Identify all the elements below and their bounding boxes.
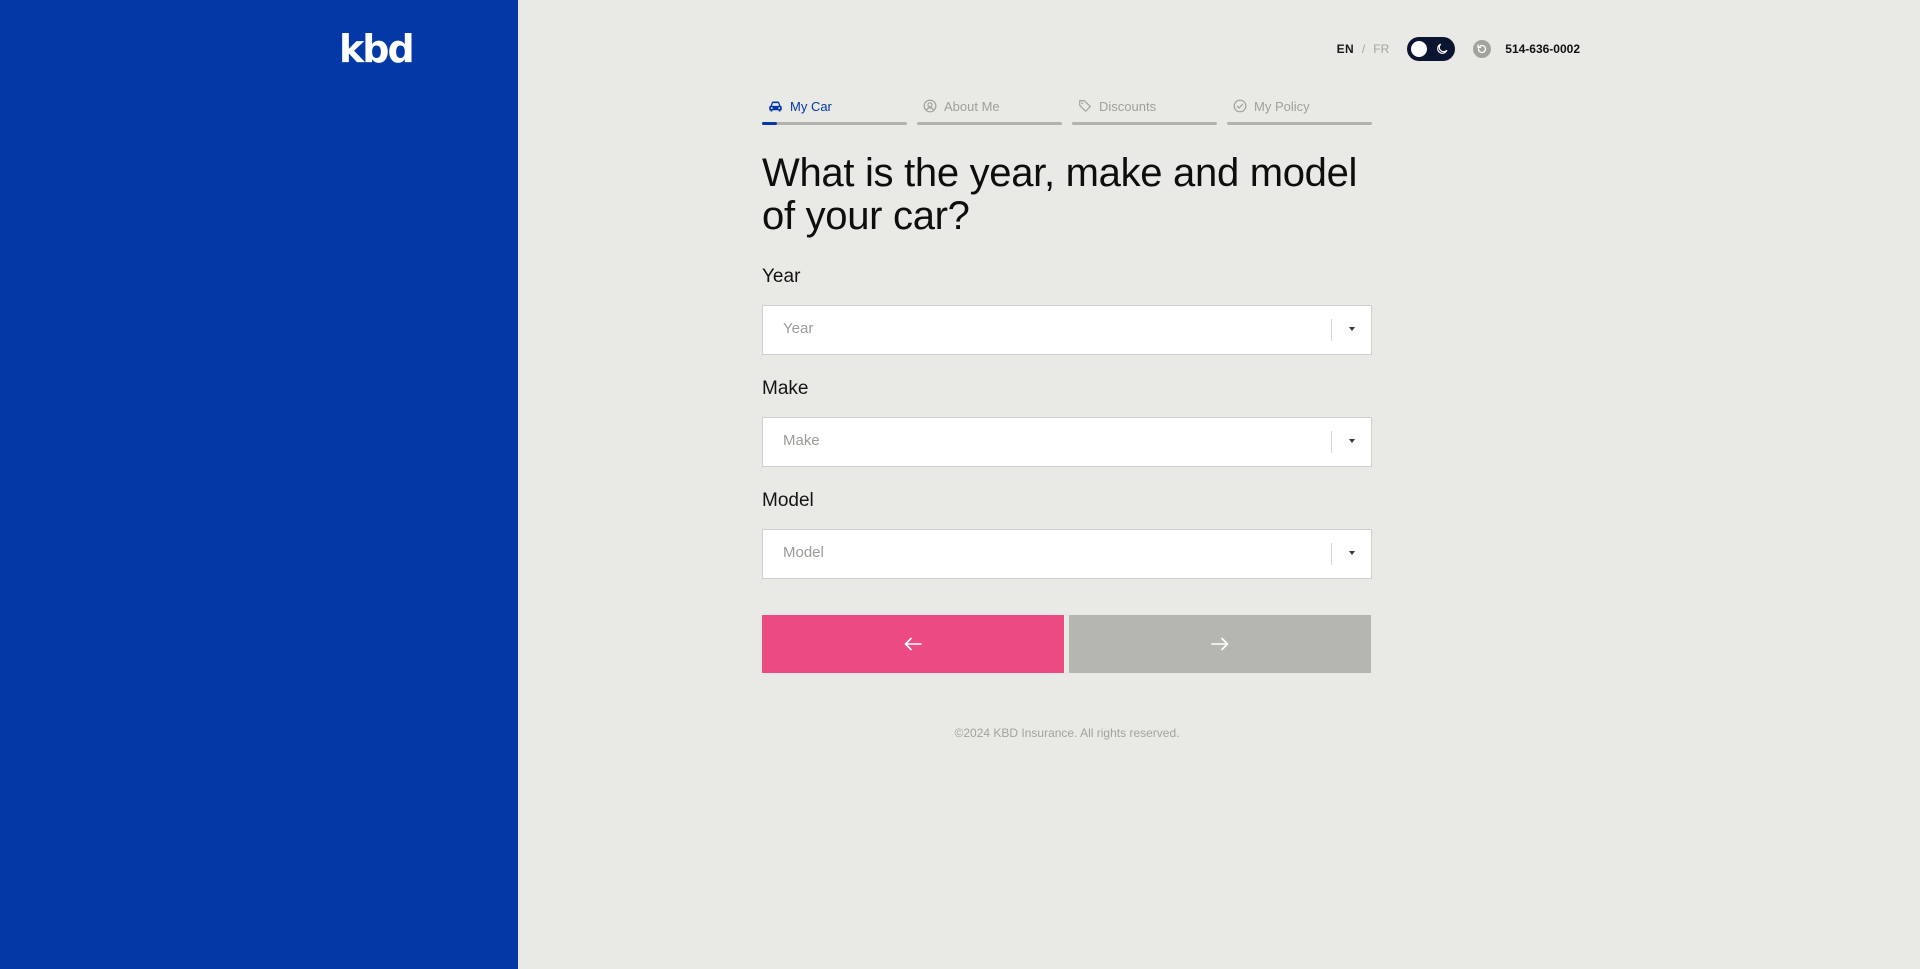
year-select[interactable]: Year xyxy=(762,305,1372,355)
lang-separator: / xyxy=(1361,42,1366,56)
step-progress-bar xyxy=(1072,122,1217,125)
chevron-down-icon[interactable] xyxy=(1349,327,1355,331)
model-placeholder: Model xyxy=(783,544,824,561)
lang-fr-link[interactable]: FR xyxy=(1373,42,1389,56)
model-label: Model xyxy=(762,490,814,511)
lang-en-link[interactable]: EN xyxy=(1337,42,1354,56)
top-bar: EN / FR 514-636-0002 xyxy=(1337,36,1580,62)
car-icon xyxy=(769,101,782,111)
chevron-down-icon[interactable] xyxy=(1349,439,1355,443)
select-divider xyxy=(1331,543,1332,565)
step-my-car[interactable]: My Car xyxy=(762,96,907,125)
moon-icon xyxy=(1437,43,1448,54)
main-content: EN / FR 514-636-0002 My Car About Me Dis… xyxy=(518,0,1920,969)
step-label: Discounts xyxy=(1099,98,1157,114)
select-divider xyxy=(1331,319,1332,341)
chevron-down-icon[interactable] xyxy=(1349,551,1355,555)
kbd-logo[interactable]: kbd xyxy=(339,30,415,68)
footer-copyright: ©2024 KBD Insurance. All rights reserved… xyxy=(954,726,1180,740)
step-progress-fill xyxy=(762,122,777,125)
select-divider xyxy=(1331,431,1332,453)
question-heading: What is the year, make and model of your… xyxy=(762,151,1358,238)
make-select[interactable]: Make xyxy=(762,417,1372,467)
step-about-me[interactable]: About Me xyxy=(917,96,1062,125)
check-circle-icon xyxy=(1233,99,1247,113)
refresh-icon[interactable] xyxy=(1473,40,1492,58)
theme-toggle[interactable] xyxy=(1407,37,1456,61)
step-progress-bar xyxy=(762,122,907,125)
brand-sidebar: kbd xyxy=(0,0,518,969)
model-select[interactable]: Model xyxy=(762,529,1372,579)
make-placeholder: Make xyxy=(783,432,820,449)
arrow-right-icon xyxy=(1211,637,1229,651)
toggle-knob xyxy=(1411,41,1428,57)
arrow-left-icon xyxy=(904,637,922,651)
year-placeholder: Year xyxy=(783,320,814,337)
progress-stepper: My Car About Me Discounts My Policy xyxy=(762,96,1372,125)
tag-icon xyxy=(1079,100,1091,112)
step-label: My Car xyxy=(790,98,832,114)
step-progress-bar xyxy=(1227,122,1372,125)
step-progress-bar xyxy=(917,122,1062,125)
phone-number[interactable]: 514-636-0002 xyxy=(1505,42,1580,56)
year-label: Year xyxy=(762,266,801,287)
make-label: Make xyxy=(762,378,809,399)
step-my-policy[interactable]: My Policy xyxy=(1227,96,1372,125)
step-label: My Policy xyxy=(1254,98,1310,114)
user-icon xyxy=(923,99,937,113)
step-discounts[interactable]: Discounts xyxy=(1072,96,1217,125)
back-button[interactable] xyxy=(762,615,1064,673)
next-button[interactable] xyxy=(1069,615,1371,673)
step-label: About Me xyxy=(944,98,1000,114)
